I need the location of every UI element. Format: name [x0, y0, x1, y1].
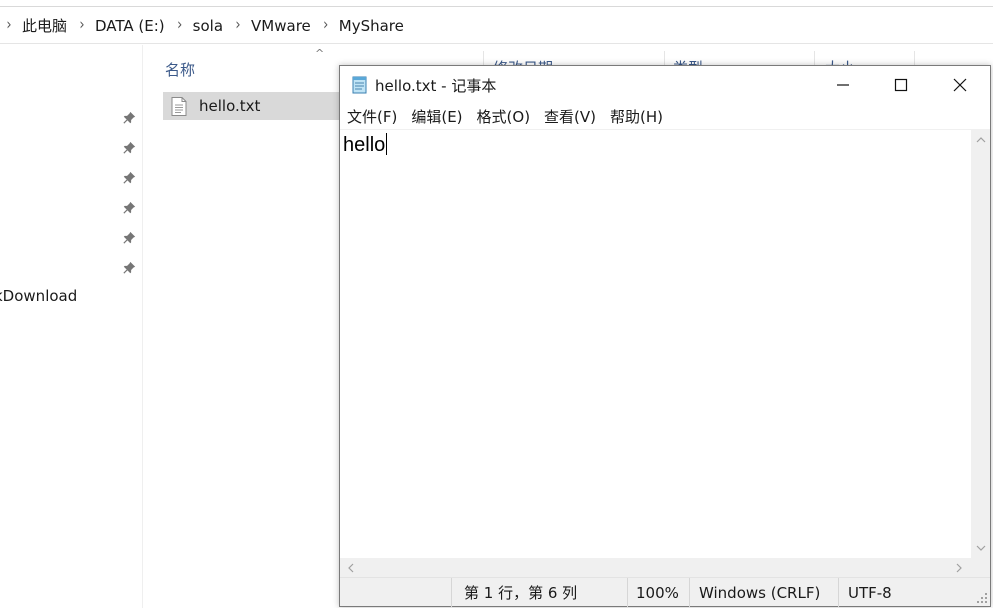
chevron-right-icon[interactable]: ›: [317, 17, 335, 35]
breadcrumb-item[interactable]: › DATA (E:): [73, 8, 171, 43]
chevron-right-icon[interactable]: ›: [171, 17, 189, 35]
title-bar[interactable]: hello.txt - 记事本: [340, 66, 990, 103]
breadcrumb-item[interactable]: › VMware: [229, 8, 317, 43]
menu-help[interactable]: 帮助(H): [603, 106, 670, 127]
menu-format[interactable]: 格式(O): [470, 106, 538, 127]
pin-icon[interactable]: [120, 168, 138, 186]
window-title: hello.txt - 记事本: [375, 77, 497, 95]
horizontal-scrollbar[interactable]: [340, 558, 971, 577]
scroll-up-icon[interactable]: [972, 131, 989, 148]
sort-ascending-icon: ^: [315, 47, 325, 60]
pin-icon[interactable]: [120, 228, 138, 246]
menu-view[interactable]: 查看(V): [537, 106, 603, 127]
breadcrumb-label[interactable]: MyShare: [335, 17, 410, 35]
scrollbar-corner: [971, 558, 990, 577]
navigation-pane[interactable]: kDownload: [0, 45, 143, 608]
pin-icon[interactable]: [120, 258, 138, 276]
breadcrumb-item[interactable]: › MyShare: [317, 8, 410, 43]
menu-edit[interactable]: 编辑(E): [404, 106, 469, 127]
chevron-right-icon[interactable]: ›: [73, 17, 91, 35]
scroll-left-icon[interactable]: [342, 559, 359, 576]
scroll-down-icon[interactable]: [972, 539, 989, 556]
scroll-right-icon[interactable]: [950, 559, 967, 576]
menu-file[interactable]: 文件(F): [340, 106, 404, 127]
breadcrumb[interactable]: › 此电脑 › DATA (E:) › sola › VMware › MySh…: [0, 8, 993, 44]
status-cursor-position: 第 1 行，第 6 列: [451, 578, 627, 607]
maximize-button[interactable]: [872, 66, 930, 103]
status-zoom: 100%: [627, 578, 689, 607]
editor-content[interactable]: hello: [343, 133, 388, 157]
breadcrumb-item[interactable]: › sola: [171, 8, 229, 43]
status-encoding: UTF-8: [838, 578, 990, 607]
minimize-button[interactable]: [814, 66, 872, 103]
chevron-right-icon[interactable]: ›: [229, 17, 247, 35]
text-editor-area[interactable]: hello: [340, 129, 971, 558]
resize-grip-icon[interactable]: [976, 592, 988, 604]
minimize-icon[interactable]: [836, 78, 850, 92]
nav-item-download[interactable]: kDownload: [0, 287, 77, 305]
breadcrumb-label[interactable]: sola: [189, 17, 229, 35]
file-name[interactable]: hello.txt: [199, 97, 260, 115]
vertical-scrollbar[interactable]: [971, 129, 990, 558]
breadcrumb-item[interactable]: › 此电脑: [0, 8, 73, 43]
status-line-ending: Windows (CRLF): [689, 578, 838, 607]
menu-bar: 文件(F) 编辑(E) 格式(O) 查看(V) 帮助(H): [340, 103, 990, 129]
maximize-icon[interactable]: [894, 78, 908, 92]
close-icon[interactable]: [953, 78, 967, 92]
notepad-icon: [352, 76, 367, 94]
close-button[interactable]: [931, 66, 989, 103]
breadcrumb-label[interactable]: VMware: [247, 17, 317, 35]
notepad-window[interactable]: hello.txt - 记事本 文件(F) 编辑(E) 格式(O) 查看(V) …: [339, 65, 991, 607]
column-header-name[interactable]: 名称: [165, 59, 195, 80]
pin-icon[interactable]: [120, 138, 138, 156]
editor-text[interactable]: hello: [343, 134, 385, 156]
text-file-icon: [171, 96, 187, 116]
pin-icon[interactable]: [120, 108, 138, 126]
breadcrumb-label[interactable]: DATA (E:): [91, 17, 171, 35]
chevron-right-icon[interactable]: ›: [0, 17, 18, 35]
explorer-top-strip: [0, 0, 993, 7]
pin-icon[interactable]: [120, 198, 138, 216]
text-caret: [386, 133, 388, 155]
status-bar: 第 1 行，第 6 列 100% Windows (CRLF) UTF-8: [340, 577, 990, 607]
file-row-selected[interactable]: hello.txt: [163, 92, 343, 120]
breadcrumb-label[interactable]: 此电脑: [18, 15, 73, 36]
